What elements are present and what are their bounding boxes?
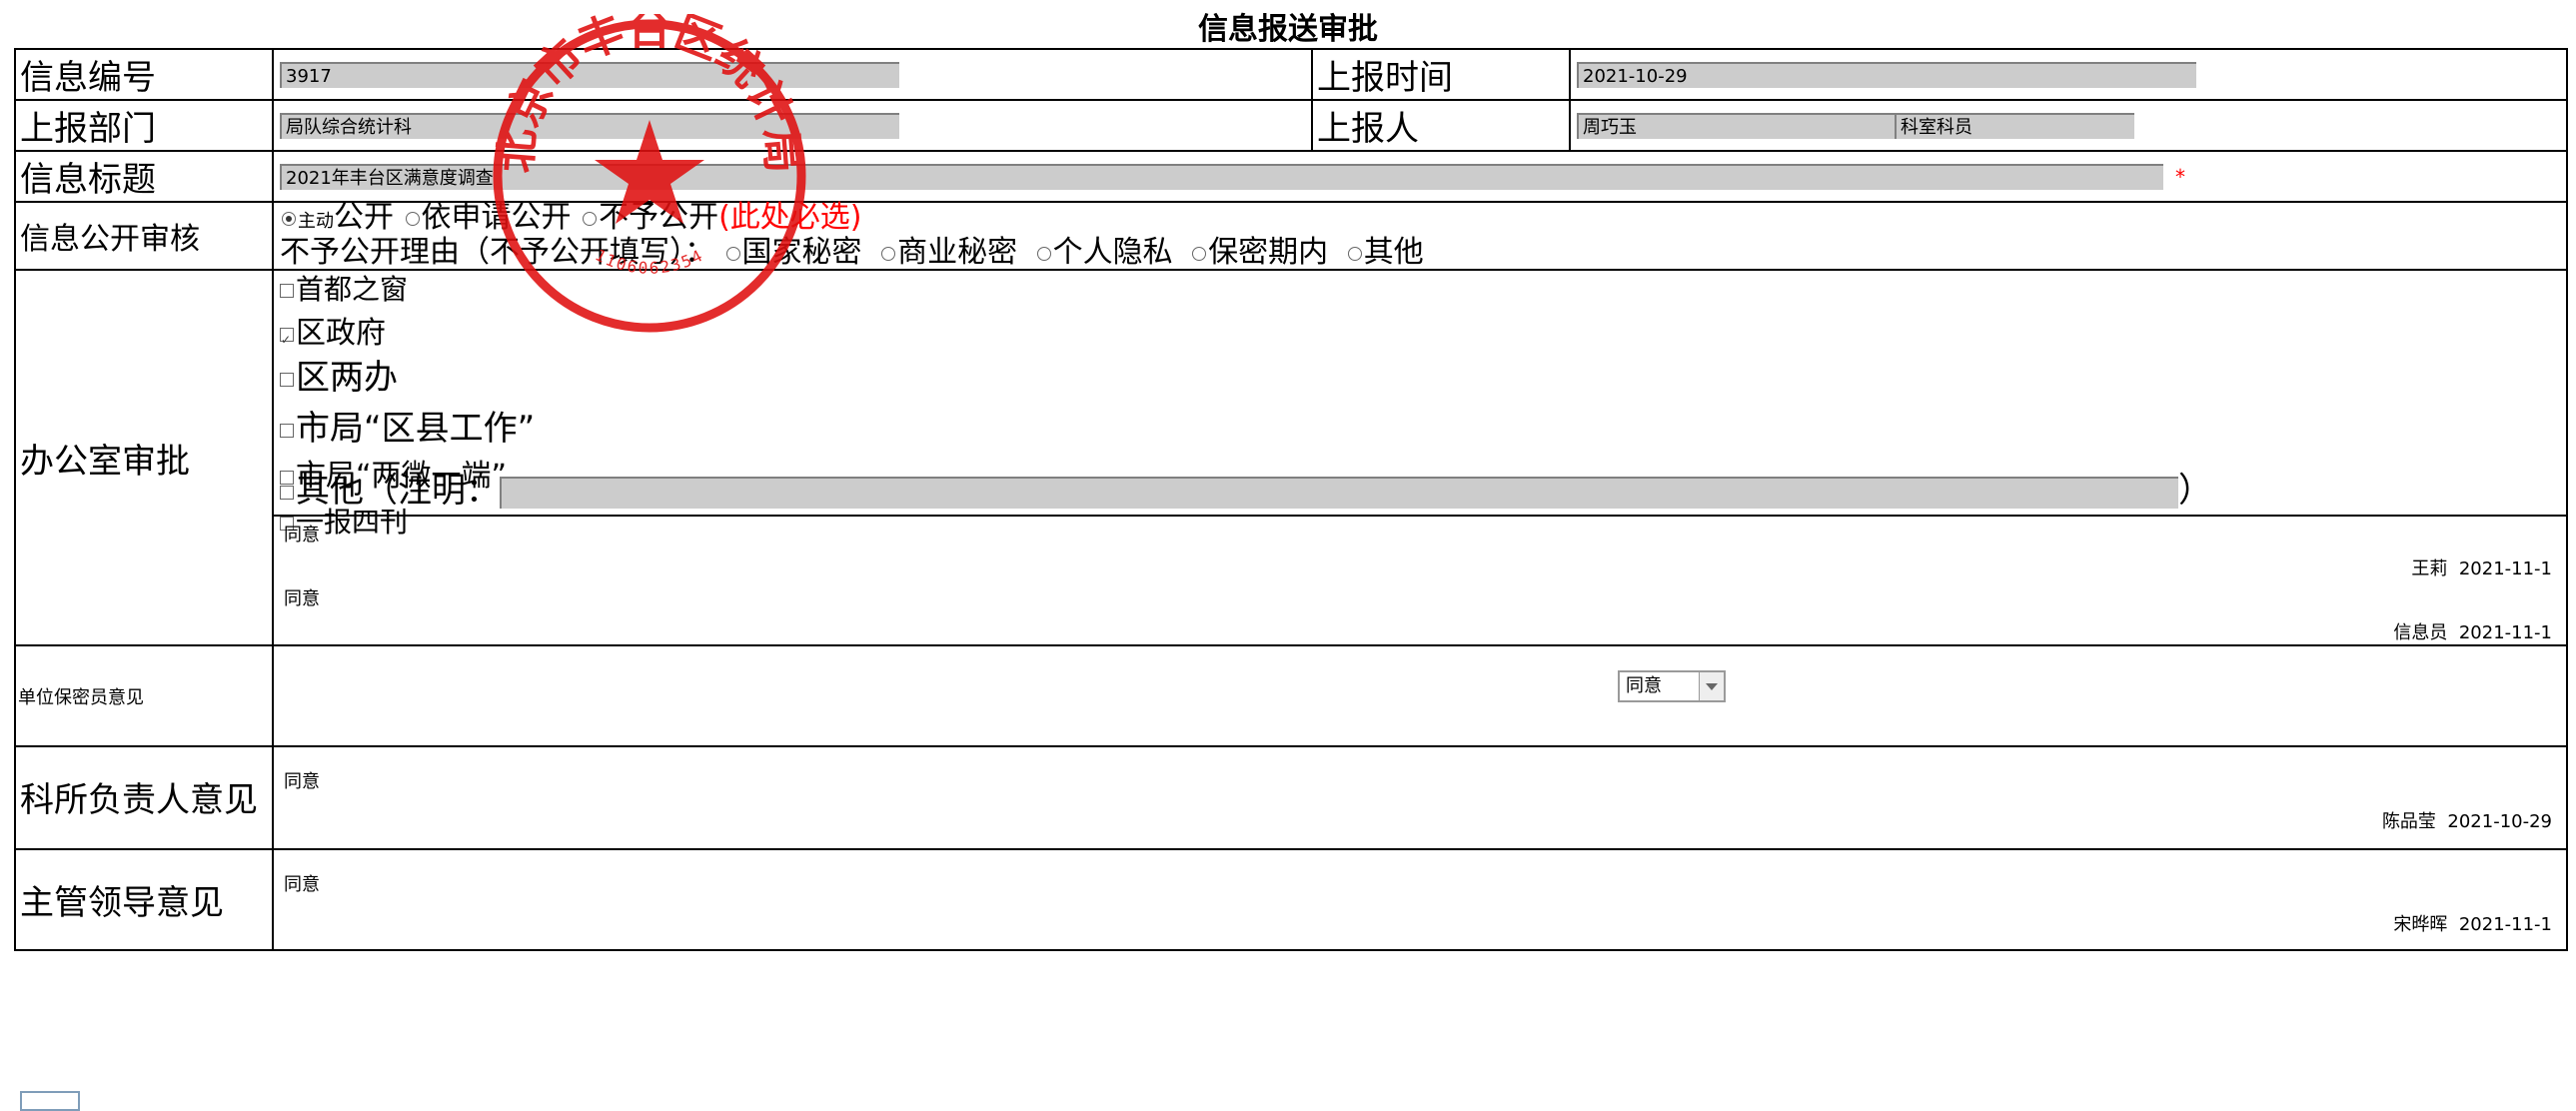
radio-reason-privacy[interactable]	[1036, 246, 1051, 261]
on-request-label: 依申请公开	[421, 200, 572, 235]
must-choose-note: (此处必选)	[718, 200, 862, 235]
other-channel-label: 其他（注明：	[296, 471, 500, 511]
reason-label: 不予公开理由（不予公开填写）：	[280, 235, 714, 270]
not-disclosed-label: 不予公开	[599, 200, 719, 235]
report-time-cell: 2021-10-29	[1569, 48, 2568, 101]
radio-reason-confidential-period[interactable]	[1192, 246, 1207, 261]
chevron-down-icon[interactable]	[1699, 672, 1724, 700]
page-title: 信息报送审批	[1198, 12, 1378, 47]
report-dept-label: 上报部门	[14, 99, 274, 152]
channel-label: 市局“区县工作”	[296, 409, 536, 449]
row-office-approval: 办公室审批 首都之窗 区政府 区两办 市局“区县工作” 市局“两微一端” 一报四…	[14, 269, 2568, 646]
signer-name: 王莉	[2411, 558, 2448, 579]
reporter-name-field[interactable]: 周巧玉	[1577, 112, 1895, 139]
section-head-sign: 陈品莹 2021-10-29	[2382, 807, 2552, 833]
channel-checkbox[interactable]	[280, 372, 294, 387]
signer-name: 宋晔晖	[2393, 914, 2448, 935]
channel-label: 首都之窗	[296, 273, 409, 306]
row-security-officer: 单位保密员意见 同意	[14, 644, 2568, 747]
reporter-cell: 周巧玉 科室科员	[1569, 99, 2568, 152]
channel-item: 首都之窗	[280, 275, 2566, 305]
report-dept-cell: 局队综合统计科	[272, 99, 1313, 152]
section-head-opinion: 同意	[284, 771, 320, 792]
radio-reason-trade-secret[interactable]	[881, 246, 896, 261]
reason-privacy: 个人隐私	[1052, 235, 1173, 270]
office-approval-label: 办公室审批	[14, 269, 274, 646]
leader-opinion: 同意	[284, 874, 320, 895]
channel-checkbox[interactable]	[280, 423, 294, 438]
security-officer-cell: 同意	[272, 644, 2568, 747]
reporter-position-field[interactable]: 科室科员	[1895, 112, 2134, 139]
leader-cell: 同意 宋晔晖 2021-11-1	[272, 848, 2568, 951]
row-report-dept: 上报部门 局队综合统计科 上报人 周巧玉 科室科员	[14, 99, 2568, 152]
active-disclosure-label-small: 主动	[298, 211, 334, 232]
channel-label: 区政府	[296, 316, 386, 351]
radio-reason-state-secret[interactable]	[725, 246, 740, 261]
info-no-field[interactable]: 3917	[280, 61, 899, 88]
info-title-cell: 2021年丰台区满意度调查 *	[272, 150, 2568, 203]
info-no-cell: 3917	[272, 48, 1313, 101]
reason-options: 不予公开理由（不予公开填写）： 国家秘密 商业秘密 个人隐私 保密期内 其他	[280, 237, 2566, 269]
channel-list: 首都之窗 区政府 区两办 市局“区县工作” 市局“两微一端” 一报四刊	[274, 271, 2566, 539]
channel-checkbox[interactable]	[280, 470, 294, 485]
required-mark: *	[2175, 164, 2185, 189]
report-time-field[interactable]: 2021-10-29	[1577, 61, 2196, 88]
sign-date: 2021-11-1	[2458, 558, 2552, 579]
approval-form: 信息编号 3917 上报时间 2021-10-29 上报部门 局队综合统计科 上…	[14, 48, 2568, 951]
other-channel-close: ）	[2178, 471, 2212, 511]
signer-name: 信息员	[2393, 622, 2448, 643]
radio-active-disclosure[interactable]	[282, 211, 296, 226]
info-title-field[interactable]: 2021年丰台区满意度调查	[280, 163, 2163, 190]
security-opinion-select[interactable]: 同意	[1618, 670, 1726, 702]
info-title-label: 信息标题	[14, 150, 274, 203]
report-dept-field[interactable]: 局队综合统计科	[280, 112, 899, 139]
bottom-button[interactable]	[20, 1091, 80, 1111]
section-head-label: 科所负责人意见	[14, 745, 274, 850]
security-officer-label: 单位保密员意见	[14, 644, 274, 747]
office-approval-cell: 首都之窗 区政府 区两办 市局“区县工作” 市局“两微一端” 一报四刊 其他（注…	[272, 269, 2568, 646]
sign-date: 2021-11-1	[2458, 914, 2552, 935]
leader-label: 主管领导意见	[14, 848, 274, 951]
disclosure-options: 主动公开 依申请公开 不予公开(此处必选)	[280, 203, 2566, 237]
opinion-text-1: 同意	[284, 525, 320, 546]
channel-label: 区两办	[296, 358, 398, 398]
opinion-sign-1: 王莉 2021-11-1	[2411, 555, 2552, 580]
channel-item: 区两办	[280, 359, 2566, 397]
other-channel-checkbox[interactable]	[280, 485, 294, 500]
reason-other: 其他	[1363, 235, 1424, 270]
radio-on-request[interactable]	[405, 211, 420, 226]
sign-date: 2021-11-1	[2458, 622, 2552, 643]
channel-checkbox[interactable]	[280, 325, 294, 355]
row-info-no: 信息编号 3917 上报时间 2021-10-29	[14, 48, 2568, 101]
reporter-label: 上报人	[1311, 99, 1571, 152]
select-value: 同意	[1626, 675, 1662, 696]
signer-name: 陈品莹	[2381, 811, 2436, 832]
active-disclosure-label: 公开	[334, 200, 394, 235]
leader-sign: 宋晔晖 2021-11-1	[2393, 910, 2552, 936]
opinion-text-2: 同意	[284, 588, 320, 609]
sign-date: 2021-10-29	[2447, 811, 2552, 832]
office-opinions: 同意 王莉 2021-11-1 同意 信息员 2021-11-1	[274, 515, 2566, 644]
disclosure-label: 信息公开审核	[14, 201, 274, 271]
section-head-cell: 同意 陈品莹 2021-10-29	[272, 745, 2568, 850]
row-leader: 主管领导意见 同意 宋晔晖 2021-11-1	[14, 848, 2568, 951]
disclosure-cell: 主动公开 依申请公开 不予公开(此处必选) 不予公开理由（不予公开填写）： 国家…	[272, 201, 2568, 271]
opinion-sign-2: 信息员 2021-11-1	[2393, 618, 2552, 644]
row-info-title: 信息标题 2021年丰台区满意度调查 *	[14, 150, 2568, 203]
channel-item: 市局“区县工作”	[280, 411, 2566, 447]
reason-state-secret: 国家秘密	[741, 235, 862, 270]
channel-checkbox[interactable]	[280, 284, 294, 298]
report-time-label: 上报时间	[1311, 48, 1571, 101]
radio-reason-other[interactable]	[1347, 246, 1362, 261]
info-no-label: 信息编号	[14, 48, 274, 101]
radio-not-disclosed[interactable]	[583, 211, 598, 226]
other-channel-field[interactable]	[500, 476, 2178, 509]
row-disclosure: 信息公开审核 主动公开 依申请公开 不予公开(此处必选) 不予公开理由（不予公开…	[14, 201, 2568, 271]
channel-item: 区政府	[280, 316, 2566, 355]
reason-trade-secret: 商业秘密	[897, 235, 1018, 270]
reason-confidential-period: 保密期内	[1208, 235, 1329, 270]
other-channel-row: 其他（注明： ）	[274, 471, 2566, 515]
row-section-head: 科所负责人意见 同意 陈品莹 2021-10-29	[14, 745, 2568, 850]
